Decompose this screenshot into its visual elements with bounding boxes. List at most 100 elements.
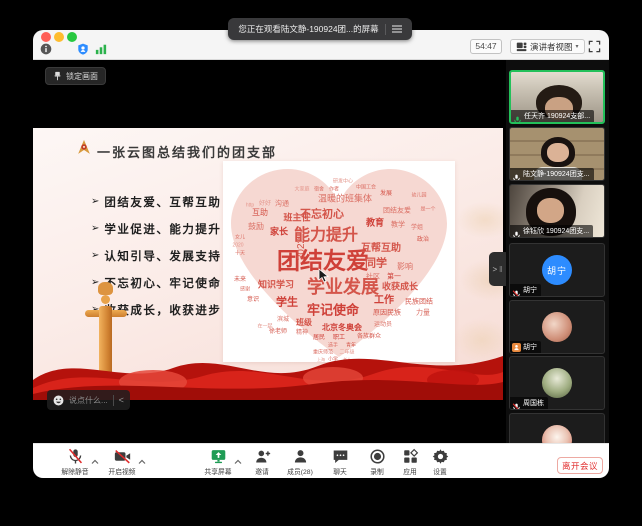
chevron-up-icon[interactable]: [138, 453, 146, 461]
screen: 您正在观看陆文静-190924团...的屏幕 54:47 演讲者视图 ▾: [0, 0, 642, 526]
zoom-window-button[interactable]: [67, 32, 77, 42]
meeting-toolbar: 解除静音开启视频共享屏幕邀请成员(28)聊天录制应用设置 离开会议: [33, 443, 609, 478]
participant-name-bar: 胡宁: [510, 284, 541, 296]
meeting-info-icon[interactable]: [40, 43, 52, 55]
toolbar-settings-button[interactable]: 设置: [418, 448, 462, 476]
participant-name-bar: 胡宁: [510, 341, 541, 353]
pin-view-label: 锁定画面: [66, 71, 98, 82]
presentation-slide: 一张云图总结我们的团支部 ➢团结友爱、互帮互助➢学业促进、能力提升➢认知引导、发…: [33, 128, 503, 400]
pin-view-button[interactable]: 锁定画面: [45, 67, 106, 85]
cloud-word: 2020: [232, 244, 243, 249]
cloud-word: 社区: [366, 274, 380, 281]
cloud-word: 女儿: [235, 236, 245, 241]
mic-status-icon: [512, 227, 521, 236]
cloud-word: 宿舍: [314, 188, 324, 193]
mic-status-icon: [512, 286, 521, 295]
participant-tile[interactable]: 任天齐 190924支部...: [509, 70, 605, 124]
pin-icon: [53, 71, 62, 81]
security-shield-icon[interactable]: [77, 43, 89, 55]
participant-tile[interactable]: 周国栋: [509, 356, 605, 410]
cloud-word: 班主任: [283, 214, 310, 223]
chevron-up-icon[interactable]: [91, 453, 99, 461]
avatar: [542, 368, 572, 398]
apps-icon: [402, 448, 419, 465]
settings-icon: [432, 448, 449, 465]
hamburger-menu-icon[interactable]: [392, 25, 402, 33]
cloud-word: 大家庭: [294, 188, 309, 193]
toolbar-participants-button[interactable]: 成员(28): [278, 448, 322, 476]
quick-chat-bar[interactable]: 说点什么... <: [47, 390, 130, 410]
meeting-main-area: 锁定画面 一张云图总结我们的团支部 ➢团结友爱、互帮互助➢学业促进、能力提升➢认…: [33, 60, 609, 443]
cloud-word: 2022: [297, 238, 307, 260]
participants-icon: [292, 448, 309, 465]
participant-name-bar: 周国栋: [510, 397, 548, 409]
fullscreen-icon[interactable]: [588, 40, 601, 53]
avatar: 胡宁: [542, 255, 572, 285]
divider: [385, 24, 386, 35]
speaker-view-icon: [516, 41, 527, 52]
participant-tile[interactable]: 胡宁: [509, 300, 605, 354]
mic-status-icon: [512, 170, 521, 179]
chat-icon: [332, 448, 349, 465]
cloud-word: 牢记使命: [307, 304, 359, 317]
cloud-word: 学姐: [411, 225, 423, 231]
cloud-word: 鼓励: [248, 223, 264, 231]
sidebar-collapse-handle[interactable]: > ‖: [489, 252, 506, 286]
cloud-word: 中国工会: [356, 186, 376, 191]
emoji-icon[interactable]: [53, 395, 64, 406]
cloud-word: 工作: [374, 296, 394, 306]
participant-tile[interactable]: 胡宁胡宁: [509, 243, 605, 297]
participant-name-bar: 任天齐 190924支部...: [511, 110, 594, 122]
cloud-word: 十天: [235, 252, 245, 257]
participants-sidebar: 任天齐 190924支部... 陆文静-190924团支... 徐钰欣 190924…: [506, 60, 609, 443]
cloud-word: 学生: [276, 298, 298, 309]
slide-title: 一张云图总结我们的团支部: [97, 142, 277, 161]
participant-name-bar: 陆文静-190924团支...: [510, 168, 594, 180]
mic-status-icon: [513, 112, 522, 121]
view-mode-button[interactable]: 演讲者视图 ▾: [510, 39, 585, 54]
participant-tile[interactable]: [509, 413, 605, 443]
avatar: [542, 425, 572, 443]
participant-name: 任天齐 190924支部...: [524, 111, 590, 121]
participant-name: 周国栋: [523, 398, 544, 408]
leave-meeting-button[interactable]: 离开会议: [557, 457, 603, 474]
cloud-word: 团结友爱: [383, 208, 411, 215]
share-tab-pill[interactable]: 您正在观看陆文静-190924团...的屏幕: [228, 18, 412, 40]
cloud-word: 政治: [417, 237, 429, 243]
participant-name: 徐钰欣 190924团支...: [523, 226, 589, 236]
cloud-word: 力量: [416, 310, 430, 317]
participant-tile[interactable]: 徐钰欣 190924团支...: [509, 184, 605, 238]
participant-name: 胡宁: [523, 342, 537, 352]
participant-name: 陆文静-190924团支...: [523, 169, 590, 179]
view-mode-label: 演讲者视图: [530, 41, 573, 53]
share-tab-title: 您正在观看陆文静-190924团...的屏幕: [238, 23, 378, 35]
avatar: [542, 312, 572, 342]
cloud-word: 感谢: [240, 288, 250, 293]
cloud-word: 第一: [387, 274, 401, 281]
chevron-right-icon: >: [493, 265, 498, 274]
cloud-word: http: [246, 204, 254, 209]
chat-input-placeholder[interactable]: 说点什么...: [69, 395, 108, 406]
camera-icon: [114, 448, 131, 465]
red-ribbon-decoration: [33, 322, 503, 400]
cloud-word: 民族团结: [405, 299, 433, 306]
meeting-timer: 54:47: [470, 39, 502, 54]
mic-icon: [67, 448, 84, 465]
minimize-window-button[interactable]: [54, 32, 64, 42]
guest-badge-icon: [512, 343, 521, 352]
cloud-word: 研发中心: [333, 180, 353, 185]
participant-tile[interactable]: 陆文静-190924团支...: [509, 127, 605, 181]
cloud-word: 好好: [259, 201, 271, 207]
connection-signal-icon: [95, 43, 107, 55]
close-window-button[interactable]: [41, 32, 51, 42]
cloud-word: 发展: [380, 191, 392, 197]
cloud-word: 教学: [391, 222, 405, 229]
bullet-arrow-icon: ➢: [91, 250, 99, 261]
cloud-word: 知识学习: [258, 281, 294, 290]
mic-status-icon: [512, 399, 521, 408]
chevron-left-icon[interactable]: <: [119, 396, 124, 405]
record-icon: [369, 448, 386, 465]
participant-name-bar: 徐钰欣 190924团支...: [510, 225, 593, 237]
cloud-word: 收获成长: [382, 283, 418, 292]
cloud-word: 是一个: [420, 208, 435, 213]
